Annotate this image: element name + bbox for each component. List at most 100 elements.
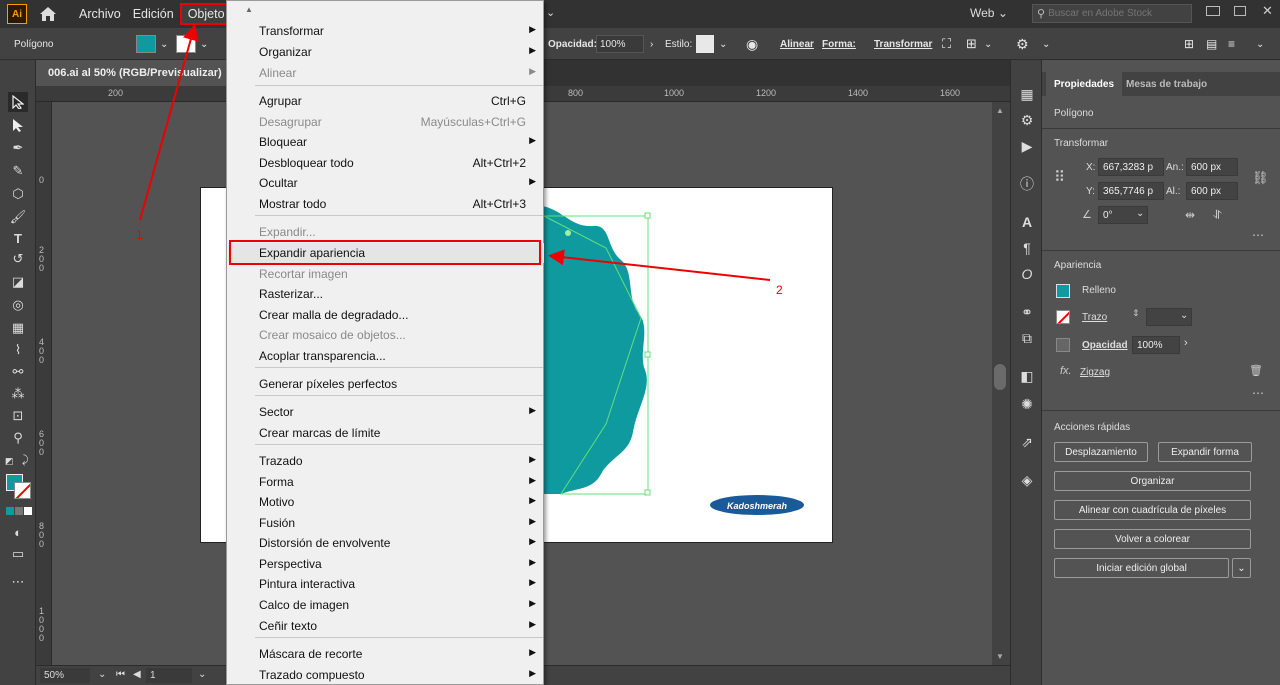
tab-mesas-de-trabajo[interactable]: Mesas de trabajo (1118, 72, 1215, 96)
grid-icon[interactable]: ⊞ (1184, 28, 1194, 60)
recolor-button[interactable]: Volver a colorear (1054, 529, 1251, 549)
style-picker[interactable]: ⌄ (696, 28, 727, 60)
puppet-warp-icon[interactable]: ⚙ (1016, 28, 1029, 60)
menu-item-acoplar-transparencia[interactable]: Acoplar transparencia... (228, 346, 544, 366)
menu-item-rasterizar[interactable]: Rasterizar... (228, 284, 544, 304)
color-mode-icon[interactable] (6, 507, 14, 515)
fill-color-swatch[interactable] (1056, 284, 1070, 298)
flip-vertical-icon[interactable]: ⥯ (1213, 208, 1222, 223)
menu-item-trazado-compuesto[interactable]: Trazado compuesto ▶ (228, 665, 544, 685)
chevron-down-icon[interactable]: ⌄ (546, 6, 555, 19)
vertical-scrollbar[interactable]: ▲ ▼ (992, 102, 1010, 665)
appearance-icon[interactable]: ✺ (1017, 394, 1037, 414)
shape-builder-tool-icon[interactable]: ◎ (8, 295, 28, 315)
screen-mode-icon[interactable]: ▭ (8, 544, 28, 564)
align-link[interactable]: Alinear (780, 28, 814, 60)
more-tools-icon[interactable]: ⋯ (8, 572, 28, 592)
layers-icon[interactable]: ◈ (1017, 470, 1037, 490)
menu-item-desbloquear-todo[interactable]: Desbloquear todo Alt+Ctrl+2 (228, 153, 544, 173)
chevron-down-icon[interactable]: ⌄ (1180, 310, 1188, 321)
height-field[interactable]: 600 px (1186, 182, 1238, 200)
opentype-icon[interactable]: O (1017, 264, 1037, 284)
menu-item-agrupar[interactable]: Agrupar Ctrl+G (228, 91, 544, 111)
fill-swatch-control[interactable]: ⌄ (136, 28, 168, 60)
trash-icon[interactable]: 🗑 (1249, 364, 1263, 377)
menu-item-sector[interactable]: Sector ▶ (228, 402, 544, 422)
x-field[interactable]: 667,3283 p (1098, 158, 1164, 176)
search-input[interactable] (1048, 8, 1184, 19)
menu-item-transformar[interactable]: Transformar ▶ (228, 21, 544, 41)
gradient-mode-icon[interactable] (15, 507, 23, 515)
arrange-button[interactable]: Organizar (1054, 471, 1251, 491)
close-icon[interactable]: ✕ (1262, 3, 1273, 19)
image-trace-icon[interactable]: ◧ (1017, 366, 1037, 386)
menu-item-forma[interactable]: Forma ▶ (228, 472, 544, 492)
menu-item-mascara-de-recorte[interactable]: Máscara de recorte ▶ (228, 644, 544, 664)
info-icon[interactable]: ⓘ (1017, 174, 1037, 194)
polygon-tool-icon[interactable]: ⬡ (8, 184, 28, 204)
brush-tool-icon[interactable]: 🖌 (8, 207, 28, 227)
bbox-handle[interactable] (644, 489, 651, 496)
shape-link[interactable]: Forma: (822, 28, 856, 60)
direct-selection-tool-icon[interactable] (8, 115, 28, 135)
menu-item-pintura-interactiva[interactable]: Pintura interactiva ▶ (228, 574, 544, 594)
scroll-thumb[interactable] (994, 364, 1006, 390)
opacity-label[interactable]: Opacidad (1082, 340, 1128, 351)
menu-item-ocultar[interactable]: Ocultar ▶ (228, 173, 544, 193)
chevron-down-icon[interactable]: ⌄ (1256, 28, 1264, 60)
stroke-label[interactable]: Trazo (1082, 312, 1107, 323)
default-colors-icon[interactable]: ◩ (5, 456, 14, 467)
tab-propiedades[interactable]: Propiedades (1046, 72, 1123, 96)
menu-objeto[interactable]: Objeto (179, 3, 233, 25)
chevron-right-icon[interactable]: › (650, 39, 653, 50)
stroke-color-swatch[interactable] (1056, 310, 1070, 324)
chevron-down-icon[interactable]: ⌄ (98, 669, 106, 680)
selection-tool-icon[interactable] (8, 92, 28, 112)
chevron-down-icon[interactable]: ⌄ (1136, 208, 1144, 219)
menu-item-mostrar-todo[interactable]: Mostrar todo Alt+Ctrl+3 (228, 194, 544, 214)
chevron-right-icon[interactable]: › (1184, 337, 1188, 349)
artboard-number-field[interactable]: 1 (146, 668, 192, 683)
pen-tool-icon[interactable]: ✒ (8, 138, 28, 158)
links-icon[interactable]: ⚭ (1017, 302, 1037, 322)
stroke-swatch-control[interactable]: ⌄ (176, 28, 208, 60)
character-icon[interactable]: A (1017, 212, 1037, 232)
eyedropper-tool-icon[interactable]: ⌇ (8, 340, 28, 360)
gradient-tool-icon[interactable]: ▦ (8, 318, 28, 338)
asset-export-icon[interactable]: ⧉ (1017, 328, 1037, 348)
global-edit-dropdown[interactable]: ⌄ (1232, 558, 1251, 578)
scroll-up-icon[interactable]: ▲ (996, 106, 1004, 115)
none-mode-icon[interactable] (24, 507, 32, 515)
opacity-field[interactable]: 100% (596, 35, 644, 53)
menu-item-fusion[interactable]: Fusión ▶ (228, 513, 544, 533)
offset-path-button[interactable]: Desplazamiento (1054, 442, 1148, 462)
settings-icon[interactable]: ⚙ (1017, 110, 1037, 130)
first-artboard-icon[interactable]: ⏮ (116, 669, 125, 680)
restore-icon[interactable] (1234, 6, 1246, 16)
menu-item-crear-marcas-de-limite[interactable]: Crear marcas de límite (228, 423, 544, 443)
reference-point-icon[interactable]: ⊞ (966, 28, 977, 60)
panel-icon[interactable]: ▤ (1206, 28, 1217, 60)
menu-edicion[interactable]: Edición (127, 3, 180, 25)
menu-item-perspectiva[interactable]: Perspectiva ▶ (228, 554, 544, 574)
menu-item-distorsion-de-envolvente[interactable]: Distorsión de envolvente ▶ (228, 533, 544, 553)
width-field[interactable]: 600 px (1186, 158, 1238, 176)
menu-item-motivo[interactable]: Motivo ▶ (228, 492, 544, 512)
menu-list-icon[interactable]: ≡ (1228, 28, 1235, 60)
actions-play-icon[interactable]: ▶ (1017, 136, 1037, 156)
blend-tool-icon[interactable]: ⚯ (8, 362, 28, 382)
menu-item-organizar[interactable]: Organizar ▶ (228, 42, 544, 62)
zoom-tool-icon[interactable]: ⚲ (8, 428, 28, 448)
document-tab[interactable]: 006.ai al 50% (RGB/Previsualizar) (36, 60, 226, 86)
draw-mode-icon[interactable]: ◐ (8, 522, 28, 542)
menu-archivo[interactable]: Archivo (73, 3, 127, 25)
scroll-down-icon[interactable]: ▼ (996, 652, 1004, 661)
stepper-icon[interactable]: ⇕ (1132, 308, 1140, 319)
home-icon[interactable] (37, 3, 59, 25)
more-options-icon[interactable]: ⋯ (1252, 386, 1264, 400)
bbox-handle[interactable] (644, 212, 651, 219)
menu-item-bloquear[interactable]: Bloquear ▶ (228, 132, 544, 152)
menu-item-cenir-texto[interactable]: Ceñir texto ▶ (228, 616, 544, 636)
align-pixel-grid-button[interactable]: Alinear con cuadrícula de píxeles (1054, 500, 1251, 520)
opacity-field[interactable]: 100% (1132, 336, 1180, 354)
